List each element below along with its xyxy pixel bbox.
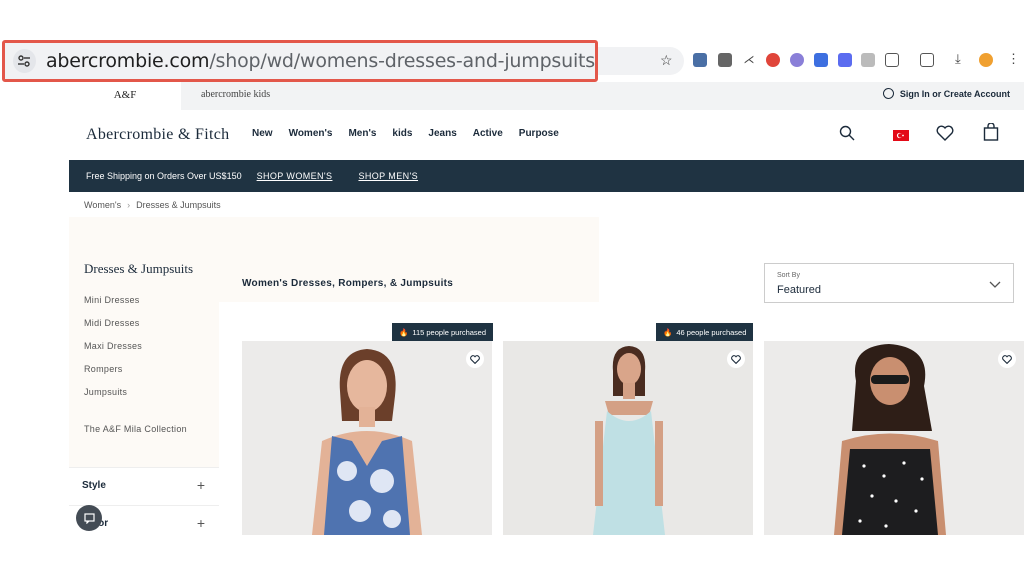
site-settings-icon[interactable]: [13, 49, 36, 73]
extension-icon-1[interactable]: [693, 53, 707, 67]
reading-mode-icon[interactable]: [920, 53, 934, 67]
url-domain: abercrombie.com: [45, 50, 210, 72]
badge-text: 46 people purchased: [676, 327, 747, 337]
wishlist-heart-icon[interactable]: [936, 125, 954, 146]
badge-text: 115 people purchased: [412, 327, 487, 337]
breadcrumb-separator-icon: ›: [127, 200, 131, 210]
sidebar-item-maxi-dresses[interactable]: Maxi Dresses: [84, 341, 142, 351]
sidebar-item-rompers[interactable]: Rompers: [84, 364, 123, 374]
add-to-wishlist-button[interactable]: [727, 350, 745, 368]
search-icon[interactable]: [839, 125, 855, 146]
breadcrumb: Women's › Dresses & Jumpsuits: [84, 200, 221, 210]
profile-avatar[interactable]: [979, 53, 993, 67]
extension-icon-5[interactable]: [790, 53, 804, 67]
nav-active[interactable]: Active: [473, 128, 503, 139]
country-flag-icon[interactable]: [893, 128, 909, 146]
promo-banner: Free Shipping on Orders Over US$150 SHOP…: [69, 160, 1024, 192]
sidebar-item-mila-collection[interactable]: The A&F Mila Collection: [84, 424, 187, 434]
nav-kids[interactable]: kids: [392, 128, 412, 139]
chat-bubble-icon: [83, 512, 95, 524]
brand-switcher-bar: A&F abercrombie kids Sign In or Create A…: [69, 82, 1024, 110]
promo-text: Free Shipping on Orders Over US$150: [86, 171, 242, 181]
extension-icon-6[interactable]: [814, 53, 828, 67]
shopping-bag-icon[interactable]: [983, 122, 999, 146]
breadcrumb-current: Dresses & Jumpsuits: [136, 200, 221, 210]
sort-label: Sort By: [777, 272, 800, 279]
fire-icon: 🔥: [399, 327, 409, 337]
site-header: Abercrombie & Fitch New Women's Men's ki…: [69, 110, 1024, 160]
url-text: abercrombie.com/shop/wd/womens-dresses-a…: [46, 50, 595, 72]
account-icon: [882, 88, 894, 99]
page-title: Women's Dresses, Rompers, & Jumpsuits: [242, 278, 454, 289]
purchase-count-badge: 🔥 46 people purchased: [656, 323, 754, 341]
shop-womens-link[interactable]: SHOP WOMEN'S: [257, 171, 333, 181]
extension-icon-2[interactable]: [718, 53, 732, 67]
chat-button[interactable]: [76, 505, 102, 531]
tab-abercrombie-kids[interactable]: abercrombie kids: [201, 82, 270, 110]
add-to-wishlist-button[interactable]: [998, 350, 1016, 368]
expand-plus-icon: +: [196, 515, 205, 531]
purchase-count-badge: 🔥 115 people purchased: [392, 323, 494, 341]
extension-icon-3[interactable]: ⋌: [742, 53, 756, 67]
extensions-puzzle-icon[interactable]: [885, 53, 899, 67]
facet-style-label: Style: [82, 480, 106, 491]
facet-style[interactable]: Style +: [69, 467, 219, 505]
download-icon[interactable]: ⤓: [955, 51, 961, 67]
website-viewport: A&F abercrombie kids Sign In or Create A…: [69, 82, 1024, 535]
category-sidebar: Dresses & Jumpsuits Mini Dresses Midi Dr…: [69, 217, 219, 535]
heart-icon: [470, 354, 480, 364]
logo[interactable]: Abercrombie & Fitch: [86, 126, 229, 144]
add-to-wishlist-button[interactable]: [466, 350, 484, 368]
shop-mens-link[interactable]: SHOP MEN'S: [358, 171, 418, 181]
product-image[interactable]: [764, 341, 1024, 535]
browser-menu-icon[interactable]: ⋮: [1007, 51, 1020, 67]
product-image[interactable]: [242, 341, 492, 535]
bookmark-star-icon[interactable]: ☆: [660, 52, 673, 69]
sidebar-item-midi-dresses[interactable]: Midi Dresses: [84, 318, 140, 328]
sign-in-label: Sign In or Create Account: [899, 88, 1010, 99]
sidebar-item-mini-dresses[interactable]: Mini Dresses: [84, 295, 140, 305]
nav-jeans[interactable]: Jeans: [428, 128, 456, 139]
chevron-down-icon: [989, 276, 1001, 294]
sign-in-link[interactable]: Sign In or Create Account: [882, 88, 1010, 99]
product-card[interactable]: [503, 341, 753, 535]
nav-new[interactable]: New: [252, 128, 273, 139]
fire-icon: 🔥: [663, 327, 673, 337]
tab-af[interactable]: A&F: [69, 82, 181, 110]
sort-dropdown[interactable]: Sort By Featured: [764, 263, 1014, 303]
url-path: /shop/wd/womens-dresses-and-jumpsuits: [209, 50, 595, 72]
expand-plus-icon: +: [196, 477, 205, 493]
product-card[interactable]: [764, 341, 1024, 535]
nav-mens[interactable]: Men's: [348, 128, 376, 139]
content-header-background: [219, 217, 599, 302]
heart-icon: [1002, 354, 1012, 364]
main-nav: New Women's Men's kids Jeans Active Purp…: [252, 128, 575, 139]
sidebar-item-jumpsuits[interactable]: Jumpsuits: [84, 387, 127, 397]
nav-purpose[interactable]: Purpose: [519, 128, 559, 139]
category-title: Dresses & Jumpsuits: [84, 261, 194, 276]
extension-icon-7[interactable]: [838, 53, 852, 67]
sort-value: Featured: [777, 284, 822, 296]
product-image[interactable]: [503, 341, 753, 535]
product-card[interactable]: [242, 341, 492, 535]
heart-icon: [731, 354, 741, 364]
extension-icon-8[interactable]: [861, 53, 875, 67]
breadcrumb-womens[interactable]: Women's: [84, 200, 121, 210]
address-bar[interactable]: abercrombie.com/shop/wd/womens-dresses-a…: [2, 40, 598, 82]
nav-womens[interactable]: Women's: [289, 128, 333, 139]
extension-icon-4[interactable]: [766, 53, 780, 67]
